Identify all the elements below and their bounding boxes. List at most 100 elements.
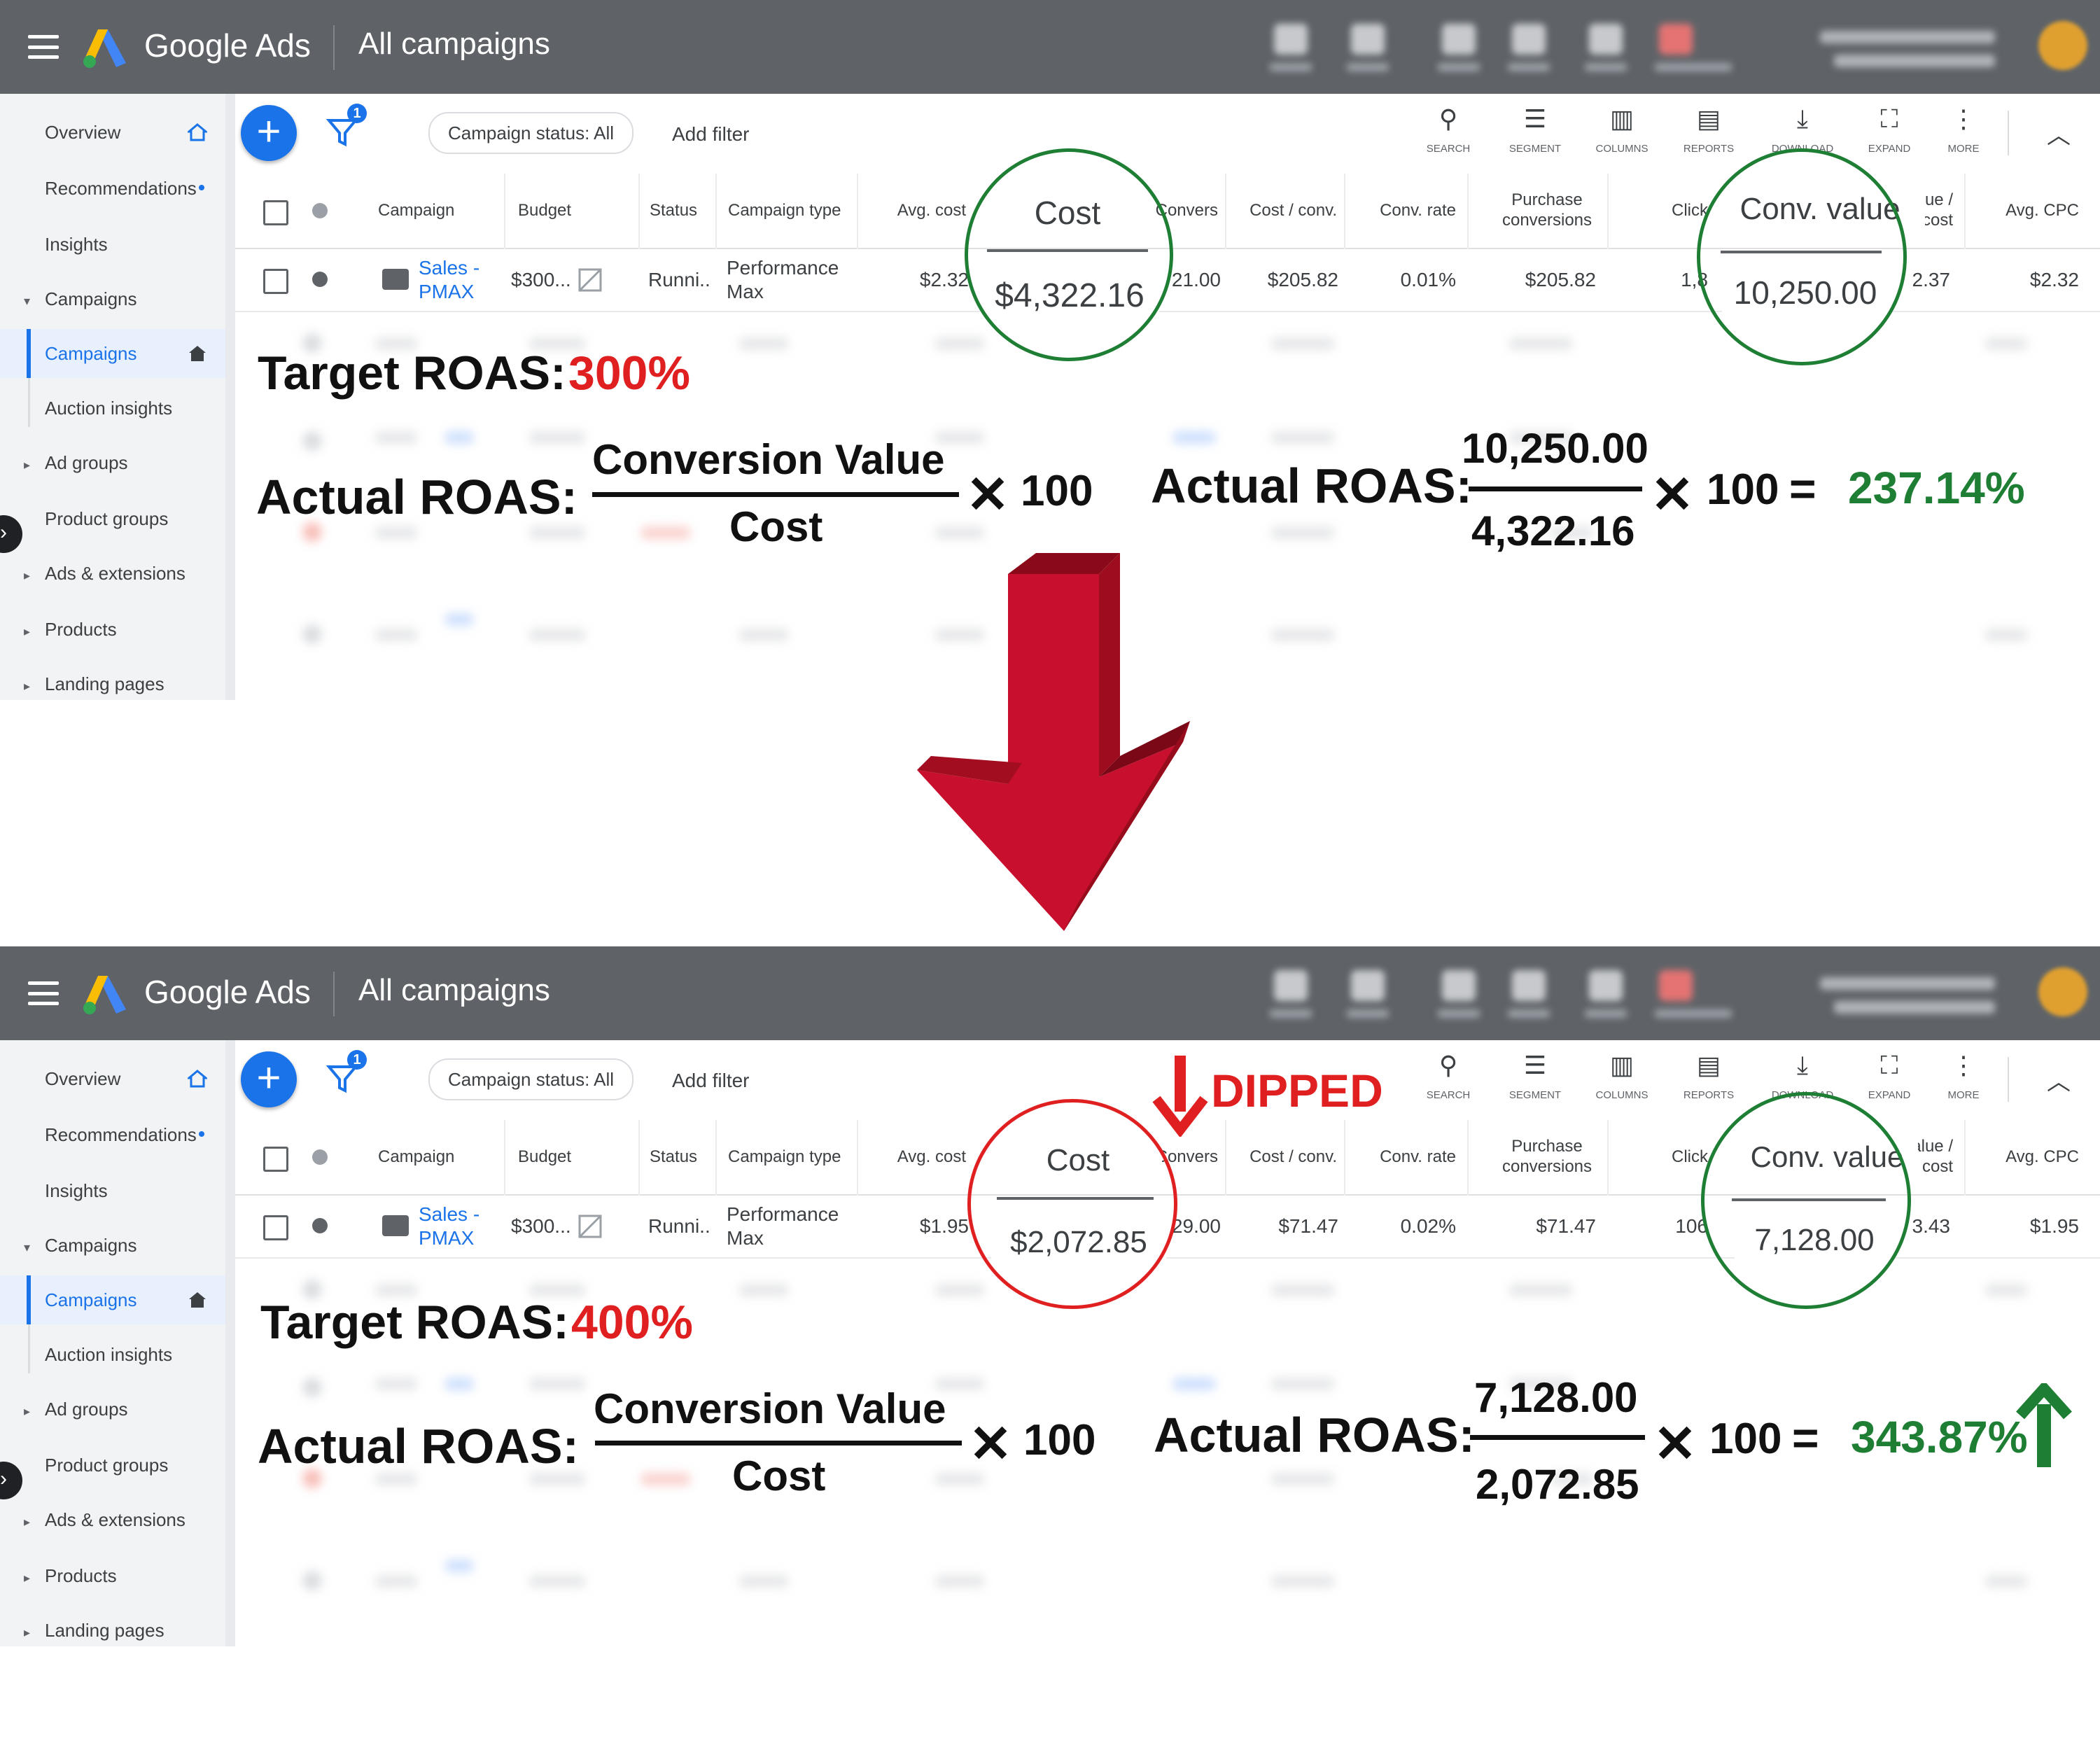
header-status[interactable]: Status (650, 1120, 720, 1194)
header-budget[interactable]: Budget (518, 174, 630, 248)
calc-fraction-line (1470, 1435, 1645, 1440)
home-icon (188, 123, 207, 141)
sidebar: Overview Recommendations Insights ▾ Camp… (0, 94, 235, 700)
header-purchase-conversions[interactable]: Purchase conversions (1477, 1120, 1617, 1194)
header-campaign[interactable]: Campaign (378, 1120, 490, 1194)
sidebar-item-overview[interactable]: Overview (0, 1054, 225, 1103)
multiply-icon: ✕ (1651, 465, 1695, 524)
sidebar-item-ad-groups[interactable]: ▸ Ad groups (0, 438, 225, 487)
more-button[interactable]: ⋮ MORE (1925, 1051, 2002, 1114)
search-button[interactable]: ⚲ SEARCH (1410, 105, 1487, 168)
campaign-name-link[interactable]: Sales - PMAX (419, 1196, 496, 1257)
search-button[interactable]: ⚲ SEARCH (1410, 1051, 1487, 1114)
header-campaign[interactable]: Campaign (378, 174, 490, 248)
calc-fraction-line (1469, 486, 1642, 491)
select-all-checkbox[interactable] (263, 1147, 288, 1172)
sidebar-item-insights[interactable]: Insights (0, 1166, 225, 1215)
header-avg-cost[interactable]: Avg. cost (875, 174, 966, 248)
sidebar-item-products[interactable]: ▸ Products (0, 1551, 225, 1600)
segment-button[interactable]: ☰ SEGMENT (1497, 1051, 1574, 1114)
dipped-callout: DIPPED (1211, 1065, 1383, 1116)
campaign-name-link[interactable]: Sales - PMAX (419, 249, 496, 311)
user-avatar[interactable] (2038, 21, 2087, 70)
header-avg-cpc[interactable]: Avg. CPC (1981, 1120, 2079, 1194)
chevron-up-icon[interactable]: ︿ (2047, 116, 2071, 150)
conv-value-highlight-ring (1697, 148, 1907, 365)
sidebar-item-campaigns[interactable]: Campaigns (0, 1275, 225, 1324)
header-cost-per-conv[interactable]: Cost / conv. (1232, 1120, 1337, 1194)
user-avatar[interactable] (2038, 967, 2087, 1016)
expand-button[interactable]: ⛶ EXPAND (1851, 105, 1928, 168)
add-campaign-button[interactable]: + (241, 1051, 297, 1107)
sidebar-item-campaigns-group[interactable]: ▾ Campaigns (0, 274, 225, 323)
header-campaign-type[interactable]: Campaign type (728, 174, 868, 248)
sidebar-item-products[interactable]: ▸ Products (0, 605, 225, 654)
multiply-icon: ✕ (969, 1415, 1013, 1473)
menu-icon[interactable] (28, 35, 59, 59)
caret-right-icon: ▸ (24, 1515, 31, 1529)
sidebar-item-landing-pages[interactable]: ▸ Landing pages (0, 659, 225, 700)
status-header-dot (312, 1149, 328, 1165)
caret-right-icon: ▸ (24, 1625, 31, 1639)
sidebar-item-recommendations[interactable]: Recommendations (0, 1110, 225, 1159)
formula-denominator: Cost (732, 1452, 826, 1499)
calc-times-value: 100 (1709, 1415, 1782, 1463)
header-campaign-type[interactable]: Campaign type (728, 1120, 868, 1194)
sidebar-item-campaigns-group[interactable]: ▾ Campaigns (0, 1221, 225, 1270)
sidebar-item-recommendations[interactable]: Recommendations (0, 164, 225, 213)
add-filter-link[interactable]: Add filter (672, 1070, 750, 1092)
header-avg-cpc[interactable]: Avg. CPC (1981, 174, 2079, 248)
add-campaign-button[interactable]: + (241, 105, 297, 161)
select-all-checkbox[interactable] (263, 200, 288, 225)
header-clicks[interactable]: Click (1631, 174, 1708, 248)
sidebar-item-product-groups[interactable]: Product groups (0, 494, 225, 543)
sidebar-item-landing-pages[interactable]: ▸ Landing pages (0, 1606, 225, 1646)
sidebar-item-auction-insights[interactable]: Auction insights (0, 1330, 225, 1379)
header-budget[interactable]: Budget (518, 1120, 630, 1194)
sidebar-item-overview[interactable]: Overview (0, 108, 225, 157)
filter-count-badge: 1 (347, 104, 367, 123)
header-status[interactable]: Status (650, 174, 720, 248)
header-cost-per-conv[interactable]: Cost / conv. (1232, 174, 1337, 248)
formula-times-value: 100 (1023, 1416, 1096, 1464)
sidebar-item-ads-extensions[interactable]: ▸ Ads & extensions (0, 549, 225, 598)
more-button[interactable]: ⋮ MORE (1925, 105, 2002, 168)
purchase-conv-value: $205.82 (1525, 269, 1596, 291)
header-conv-rate[interactable]: Conv. rate (1351, 174, 1456, 248)
row-checkbox[interactable] (263, 1215, 288, 1240)
header-avg-cost[interactable]: Avg. cost (875, 1120, 966, 1194)
paused-status-icon[interactable] (312, 1218, 328, 1233)
sidebar-item-insights[interactable]: Insights (0, 220, 225, 269)
sidebar-item-auction-insights[interactable]: Auction insights (0, 384, 225, 433)
sidebar-item-product-groups[interactable]: Product groups (0, 1441, 225, 1490)
segment-button[interactable]: ☰ SEGMENT (1497, 105, 1574, 168)
add-filter-link[interactable]: Add filter (672, 123, 750, 146)
header-clicks[interactable]: Click (1631, 1120, 1708, 1194)
menu-icon[interactable] (28, 981, 59, 1005)
home-icon (188, 1070, 207, 1088)
reports-button[interactable]: ▤ REPORTS (1670, 1051, 1747, 1114)
avg-cost-value: $1.95 (919, 1215, 969, 1238)
formula-times-value: 100 (1021, 467, 1093, 515)
top-app-bar: Google Ads All campaigns (0, 0, 2100, 94)
paused-status-icon[interactable] (312, 272, 328, 287)
row-checkbox[interactable] (263, 269, 288, 294)
app-brand: Google Ads (144, 974, 311, 1010)
sidebar-item-ads-extensions[interactable]: ▸ Ads & extensions (0, 1495, 225, 1544)
formula-numerator: Conversion Value (592, 436, 945, 483)
sidebar-item-campaigns[interactable]: Campaigns (0, 329, 225, 378)
header-purchase-conversions[interactable]: Purchase conversions (1477, 174, 1617, 248)
campaign-status-chip[interactable]: Campaign status: All (428, 112, 634, 154)
campaign-status-chip[interactable]: Campaign status: All (428, 1058, 634, 1100)
columns-button[interactable]: ▥ COLUMNS (1583, 105, 1660, 168)
sidebar-item-ad-groups[interactable]: ▸ Ad groups (0, 1385, 225, 1434)
google-ads-logo (83, 29, 126, 68)
header-conv-rate[interactable]: Conv. rate (1351, 1120, 1456, 1194)
reports-button[interactable]: ▤ REPORTS (1670, 105, 1747, 168)
columns-button[interactable]: ▥ COLUMNS (1583, 1051, 1660, 1114)
chevron-up-icon[interactable]: ︿ (2047, 1063, 2071, 1097)
budget-value: $300... (511, 1215, 571, 1238)
title-divider (333, 25, 335, 70)
columns-icon: ▥ (1609, 104, 1634, 133)
expand-button[interactable]: ⛶ EXPAND (1851, 1051, 1928, 1114)
